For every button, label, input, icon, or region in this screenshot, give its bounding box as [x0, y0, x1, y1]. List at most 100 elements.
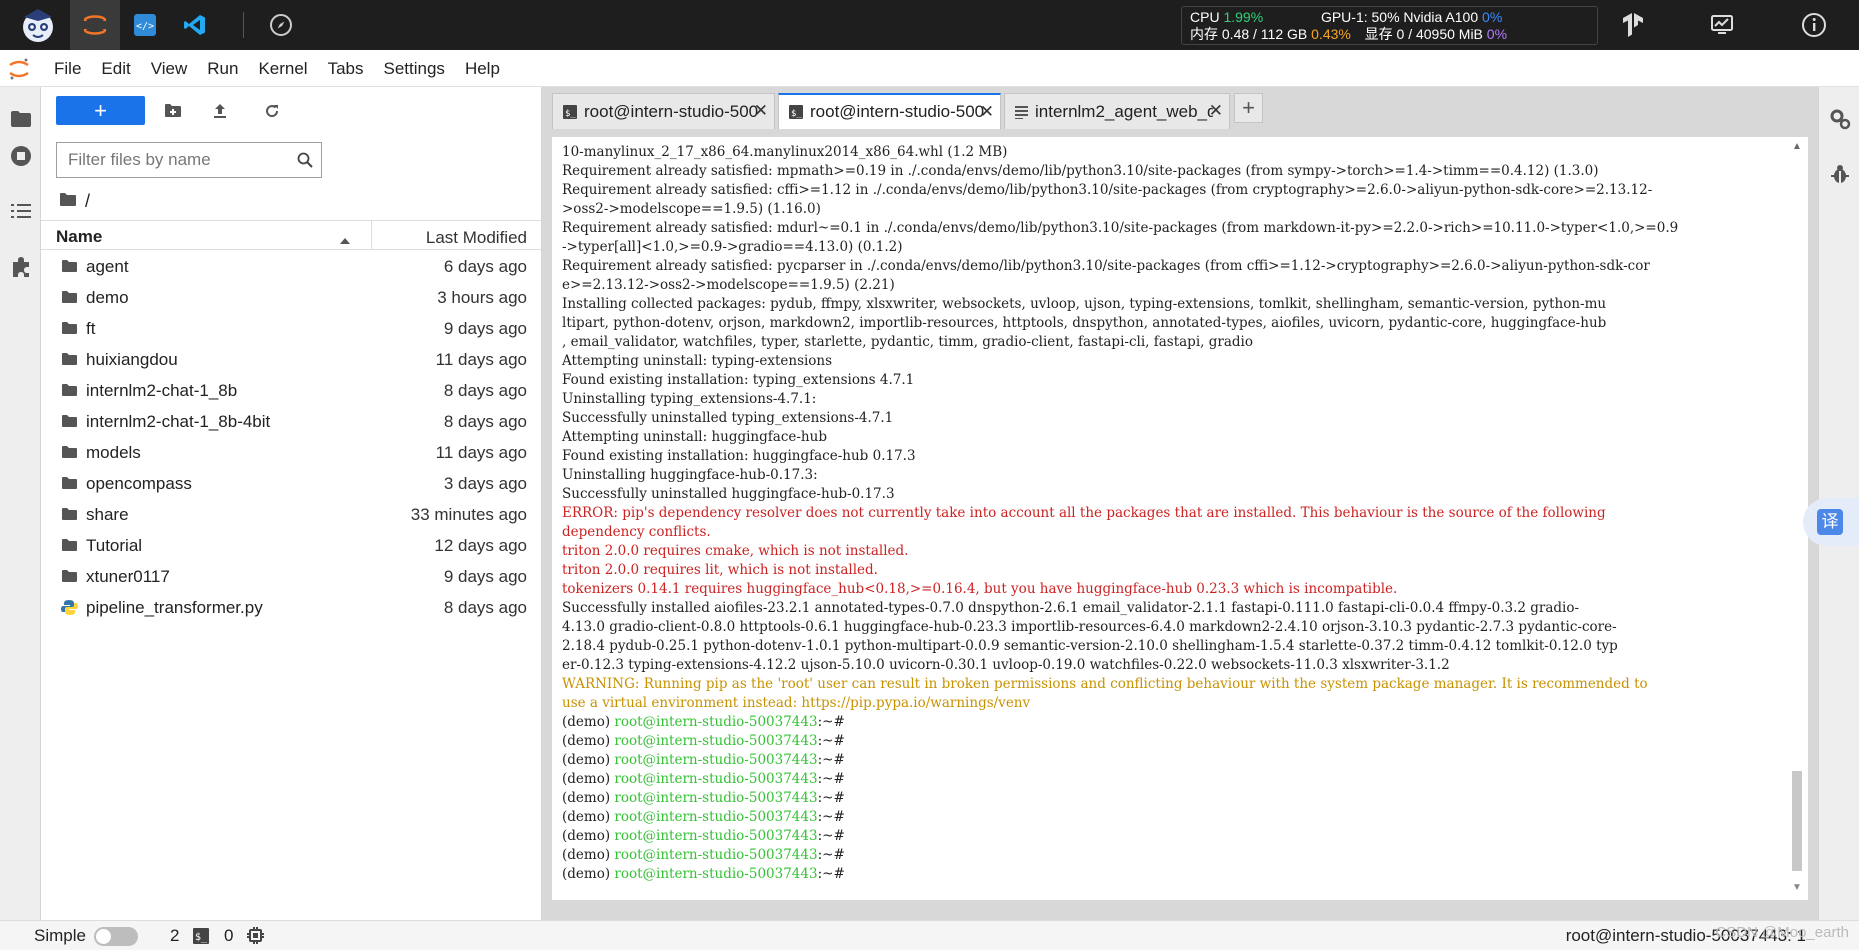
compass-icon[interactable]: [256, 0, 306, 50]
folder-icon[interactable]: [0, 99, 41, 139]
terminal-view[interactable]: 10-manylinux_2_17_x86_64.manylinux2014_x…: [552, 137, 1808, 900]
running-kernels-icon[interactable]: [0, 136, 41, 176]
file-modified: 3 days ago: [443, 474, 527, 493]
file-list-header: Name Last Modified: [41, 220, 541, 250]
terminal-prompt-line: (demo) root@intern-studio-50037443:~#: [562, 732, 1780, 751]
table-of-contents-icon[interactable]: [0, 191, 41, 231]
breadcrumb-root[interactable]: /: [85, 191, 90, 212]
terminal-prompt-line: (demo) root@intern-studio-50037443:~#: [562, 713, 1780, 732]
svg-text:$_: $_: [565, 109, 576, 119]
tab-terminal-2[interactable]: $_ root@intern-studio-50037 ✕: [778, 93, 1001, 129]
prompt-suffix: :~#: [817, 828, 845, 844]
file-modified: 12 days ago: [434, 536, 527, 555]
file-modified: 8 days ago: [443, 412, 527, 431]
file-row[interactable]: internlm2-chat-1_8b-4bit 8 days ago: [41, 406, 541, 437]
prompt-env: (demo): [562, 790, 615, 806]
top-bar: </> CPU 1.99% GPU-1: 50% Nvidia A100 0% …: [0, 0, 1859, 50]
info-icon[interactable]: [1789, 0, 1839, 50]
text-file-icon: [1015, 105, 1028, 119]
new-folder-icon[interactable]: [158, 96, 188, 125]
file-row[interactable]: demo 3 hours ago: [41, 282, 541, 313]
folder-icon: [61, 320, 78, 340]
menu-kernel[interactable]: Kernel: [248, 59, 317, 79]
terminal-scrollbar[interactable]: ▲ ▼: [1790, 141, 1804, 893]
sort-ascending-icon[interactable]: [339, 230, 351, 250]
terminal-line: WARNING: Running pip as the 'root' user …: [562, 676, 1648, 692]
terminal-line: Uninstalling huggingface-hub-0.17.3:: [562, 467, 818, 483]
menu-file[interactable]: File: [44, 59, 91, 79]
upload-icon[interactable]: [205, 96, 235, 125]
menu-settings[interactable]: Settings: [374, 59, 455, 79]
folder-icon: [61, 475, 78, 495]
file-row[interactable]: internlm2-chat-1_8b 8 days ago: [41, 375, 541, 406]
translate-button[interactable]: 译: [1803, 498, 1859, 546]
menu-view[interactable]: View: [141, 59, 198, 79]
scroll-down-arrow-icon[interactable]: ▼: [1792, 882, 1802, 893]
jupyter-app-icon[interactable]: [70, 0, 120, 50]
folder-icon: [61, 258, 78, 278]
file-name: demo: [86, 288, 129, 307]
file-row[interactable]: agent 6 days ago: [41, 251, 541, 282]
property-inspector-icon[interactable]: [1819, 99, 1859, 139]
file-row[interactable]: ft 9 days ago: [41, 313, 541, 344]
column-divider[interactable]: [371, 221, 372, 250]
prompt-user: root@intern-studio-50037443: [614, 809, 818, 825]
add-tab-button[interactable]: +: [1234, 93, 1263, 123]
tab-label: internlm2_agent_web_dem: [1035, 101, 1213, 121]
prompt-user: root@intern-studio-50037443: [614, 733, 818, 749]
file-row[interactable]: huixiangdou 11 days ago: [41, 344, 541, 375]
file-modified: 9 days ago: [443, 319, 527, 338]
filter-placeholder: Filter files by name: [68, 150, 211, 169]
watermark: CSDN @Moo_earth: [1715, 924, 1849, 941]
column-last-modified[interactable]: Last Modified: [426, 228, 527, 248]
file-filter-input[interactable]: Filter files by name: [56, 142, 322, 178]
extensions-icon[interactable]: [0, 247, 41, 287]
code-app-icon[interactable]: </>: [120, 0, 170, 50]
terminal-output: 10-manylinux_2_17_x86_64.manylinux2014_x…: [562, 143, 1780, 884]
close-tab-icon[interactable]: ✕: [980, 102, 994, 122]
root-folder-icon[interactable]: [59, 191, 77, 212]
terminal-line: tokenizers 0.14.1 requires huggingface_h…: [562, 581, 1398, 597]
prompt-user: root@intern-studio-50037443: [614, 847, 818, 863]
prompt-suffix: :~#: [817, 847, 845, 863]
menu-help[interactable]: Help: [455, 59, 510, 79]
file-row[interactable]: models 11 days ago: [41, 437, 541, 468]
debugger-icon[interactable]: [1819, 154, 1859, 194]
tab-file-editor[interactable]: internlm2_agent_web_dem ✕: [1004, 93, 1230, 129]
tab-terminal-1[interactable]: $_ root@intern-studio-50037 ✕: [552, 93, 775, 129]
file-row[interactable]: opencompass 3 days ago: [41, 468, 541, 499]
refresh-icon[interactable]: [257, 96, 287, 125]
file-name: xtuner0117: [86, 567, 170, 586]
terminal-status-icon: $_: [193, 928, 209, 949]
vscode-icon[interactable]: [170, 0, 220, 50]
terminal-count[interactable]: 0: [224, 926, 233, 946]
kernel-count[interactable]: 2: [170, 926, 179, 946]
terminal-line: Requirement already satisfied: cffi>=1.1…: [562, 182, 1653, 198]
file-row[interactable]: share 33 minutes ago: [41, 499, 541, 530]
app-logo[interactable]: [14, 5, 62, 45]
close-tab-icon[interactable]: ✕: [1209, 101, 1223, 121]
file-row[interactable]: pipeline_transformer.py 8 days ago: [41, 592, 541, 623]
file-name: pipeline_transformer.py: [86, 598, 263, 617]
left-sidebar: [0, 87, 41, 920]
column-name[interactable]: Name: [56, 227, 102, 247]
simple-mode-label: Simple: [34, 926, 86, 945]
terminal-line: triton 2.0.0 requires cmake, which is no…: [562, 543, 909, 559]
file-name: models: [86, 443, 141, 462]
scroll-thumb[interactable]: [1792, 771, 1802, 871]
close-tab-icon[interactable]: ✕: [754, 101, 768, 121]
menu-tabs[interactable]: Tabs: [318, 59, 374, 79]
svg-text:$_: $_: [195, 932, 208, 943]
terminal-line: use a virtual environment instead: https…: [562, 695, 1031, 711]
monitor-icon[interactable]: [1697, 0, 1747, 50]
kernel-activity-icon[interactable]: [247, 927, 264, 949]
menu-run[interactable]: Run: [197, 59, 248, 79]
tensorflow-icon[interactable]: [1608, 0, 1658, 50]
new-launcher-button[interactable]: +: [56, 96, 145, 125]
file-row[interactable]: Tutorial 12 days ago: [41, 530, 541, 561]
menu-edit[interactable]: Edit: [91, 59, 140, 79]
simple-mode-toggle[interactable]: [94, 927, 138, 946]
terminal-line: Installing collected packages: pydub, ff…: [562, 296, 1607, 312]
file-row[interactable]: xtuner0117 9 days ago: [41, 561, 541, 592]
scroll-up-arrow-icon[interactable]: ▲: [1792, 141, 1802, 152]
